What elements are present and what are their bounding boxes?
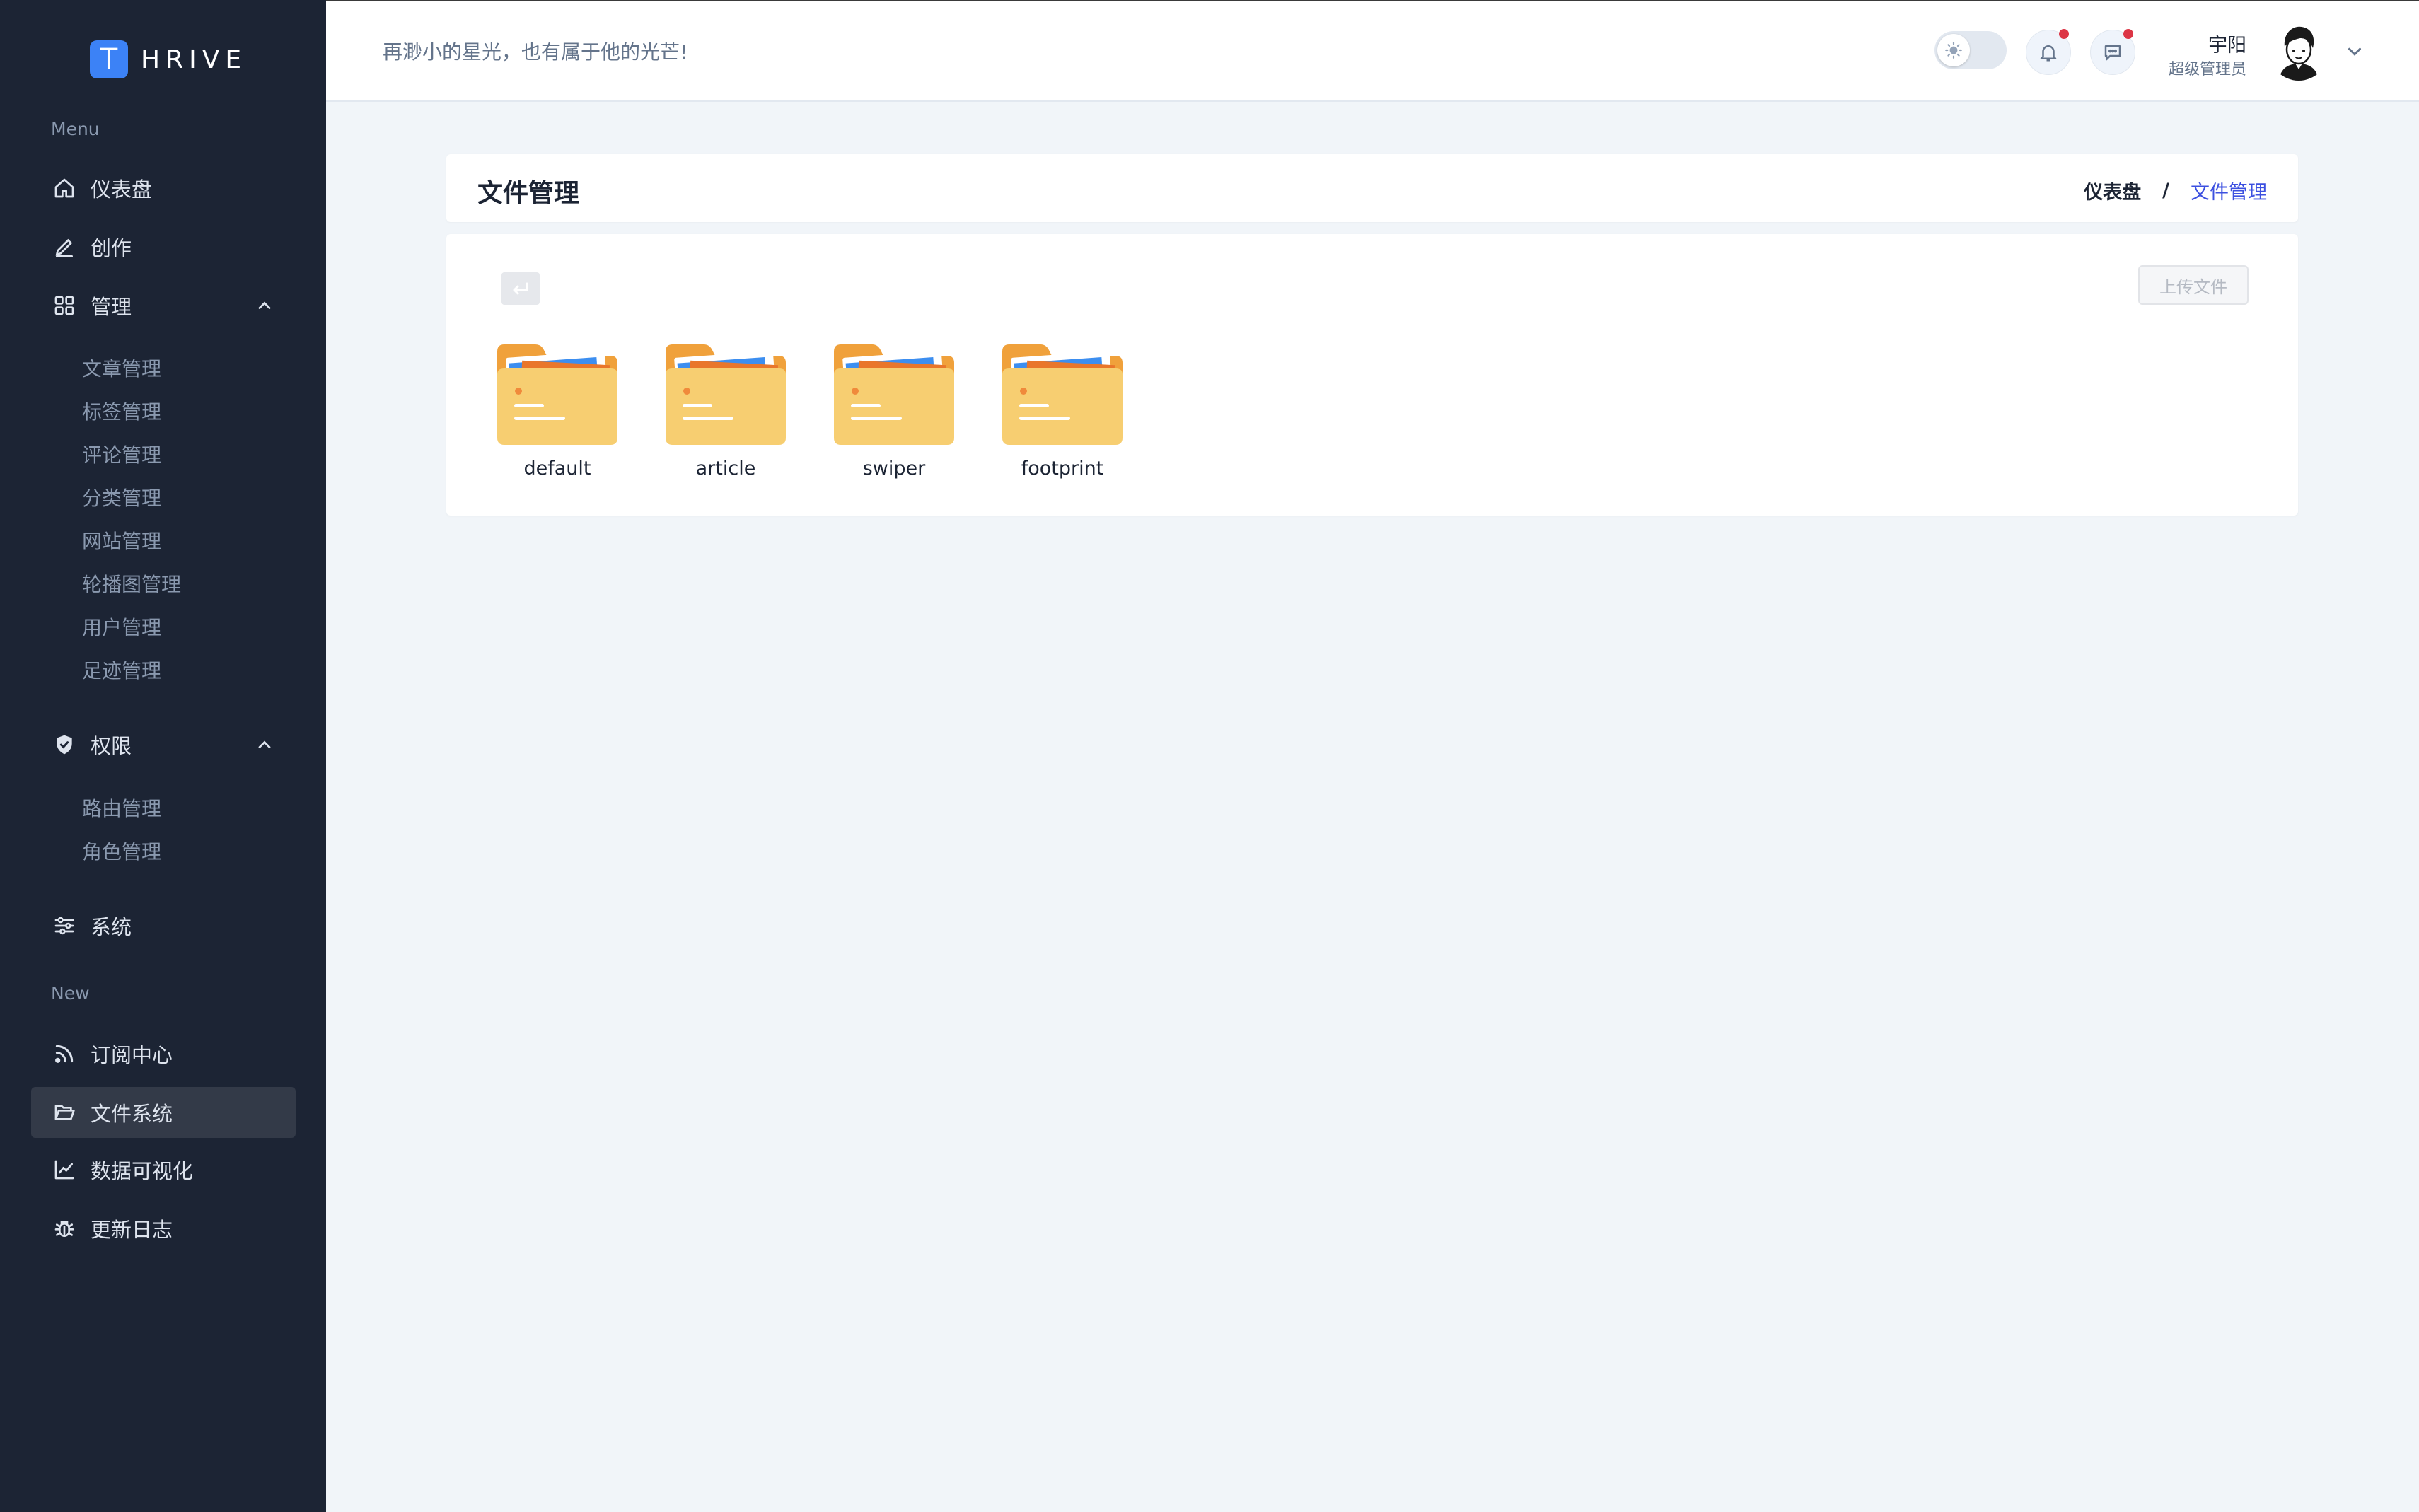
folder-name: footprint: [1021, 458, 1104, 479]
brand-badge: T: [90, 40, 128, 78]
folder-item-footprint[interactable]: footprint: [995, 342, 1130, 479]
notification-dot: [2059, 29, 2069, 39]
chevron-up-icon[interactable]: [255, 296, 274, 315]
sidebar-item-label: 更新日志: [91, 1218, 173, 1242]
folder-name: swiper: [862, 458, 926, 479]
sidebar-item-filesystem[interactable]: 文件系统: [31, 1087, 296, 1138]
breadcrumb: 仪表盘 / 文件管理: [2084, 177, 2267, 204]
chevron-up-icon[interactable]: [255, 735, 274, 755]
sidebar-item-label: 文件系统: [91, 1102, 173, 1126]
sidebar-subitem-category[interactable]: 分类管理: [82, 483, 161, 511]
folder-name: default: [523, 458, 591, 479]
shield-icon: [52, 733, 76, 757]
chat-icon: [2104, 45, 2121, 61]
folder-icon: [497, 344, 617, 445]
sidebar-subitem-user[interactable]: 用户管理: [82, 612, 161, 641]
folder-name: article: [695, 458, 756, 479]
folder-item-article[interactable]: article: [659, 342, 793, 479]
page-title: 文件管理: [477, 179, 580, 208]
sliders-icon: [52, 914, 76, 938]
user-role: 超级管理员: [2168, 61, 2246, 78]
pen-icon: [52, 235, 76, 259]
sidebar-item-manage[interactable]: 管理: [31, 280, 296, 331]
sidebar-item-subscribe[interactable]: 订阅中心: [31, 1028, 296, 1079]
back-button[interactable]: [501, 272, 540, 305]
upload-file-button[interactable]: 上传文件: [2138, 265, 2249, 305]
sidebar: T HRIVE Menu 仪表盘 创作 管理 文章管理 标签管理 评论管理 分类…: [0, 0, 326, 1512]
sidebar-subitem-tag[interactable]: 标签管理: [82, 397, 161, 425]
bell-icon: [2040, 45, 2057, 62]
sidebar-subitem-route[interactable]: 路由管理: [82, 793, 161, 822]
sidebar-subitem-carousel[interactable]: 轮播图管理: [82, 569, 181, 598]
message-button[interactable]: [2090, 29, 2135, 75]
brand-logo[interactable]: T HRIVE: [90, 40, 247, 78]
sidebar-item-label: 系统: [91, 915, 132, 939]
sidebar-subitem-footprint[interactable]: 足迹管理: [82, 656, 161, 684]
folder-item-swiper[interactable]: swiper: [827, 342, 961, 479]
section-label-menu: Menu: [51, 119, 100, 139]
folder-icon: [666, 344, 786, 445]
sidebar-item-label: 订阅中心: [91, 1043, 173, 1067]
notification-button[interactable]: [2026, 29, 2071, 75]
breadcrumb-current: 文件管理: [2191, 182, 2267, 204]
sidebar-item-dataviz[interactable]: 数据可视化: [31, 1144, 296, 1195]
sidebar-subitem-website[interactable]: 网站管理: [82, 526, 161, 554]
sidebar-item-label: 管理: [91, 295, 132, 319]
section-label-new: New: [51, 983, 90, 1004]
avatar[interactable]: [2269, 21, 2328, 81]
folder-open-icon: [52, 1100, 76, 1124]
folder-icon: [834, 344, 954, 445]
line-chart-icon: [52, 1158, 76, 1182]
rss-icon: [52, 1042, 76, 1066]
user-name[interactable]: 宇阳: [2208, 30, 2246, 57]
message-dot: [2123, 29, 2133, 39]
sidebar-item-system[interactable]: 系统: [31, 900, 296, 951]
sidebar-item-permission[interactable]: 权限: [31, 719, 296, 770]
sun-icon: [1937, 34, 1970, 66]
folder-icon: [1002, 344, 1123, 445]
chevron-down-icon[interactable]: [2344, 41, 2365, 62]
breadcrumb-home[interactable]: 仪表盘: [2084, 177, 2141, 204]
return-icon: [513, 282, 528, 295]
sidebar-item-changelog[interactable]: 更新日志: [31, 1203, 296, 1254]
sidebar-subitem-role[interactable]: 角色管理: [82, 837, 161, 865]
file-browser: 上传文件 default article swiper footprint: [446, 234, 2298, 516]
brand-name: HRIVE: [141, 45, 248, 74]
bug-icon: [52, 1216, 76, 1240]
sidebar-item-dashboard[interactable]: 仪表盘: [31, 163, 296, 214]
sidebar-item-label: 权限: [91, 734, 132, 758]
top-header: 再渺小的星光，也有属于他的光芒! 宇阳 超级管理员: [326, 0, 2419, 102]
home-icon: [52, 176, 76, 200]
sidebar-subitem-comment[interactable]: 评论管理: [82, 440, 161, 468]
folder-item-default[interactable]: default: [490, 342, 625, 479]
sidebar-item-label: 创作: [91, 236, 132, 260]
page-title-bar: 文件管理 仪表盘 / 文件管理: [446, 154, 2298, 222]
theme-toggle[interactable]: [1934, 31, 2007, 69]
breadcrumb-separator: /: [2162, 180, 2169, 202]
sidebar-item-label: 数据可视化: [91, 1159, 194, 1183]
header-slogan: 再渺小的星光，也有属于他的光芒!: [383, 40, 688, 64]
sidebar-item-label: 仪表盘: [91, 178, 153, 202]
sidebar-subitem-article[interactable]: 文章管理: [82, 354, 161, 382]
sidebar-item-create[interactable]: 创作: [31, 221, 296, 272]
grid-icon: [52, 293, 76, 318]
